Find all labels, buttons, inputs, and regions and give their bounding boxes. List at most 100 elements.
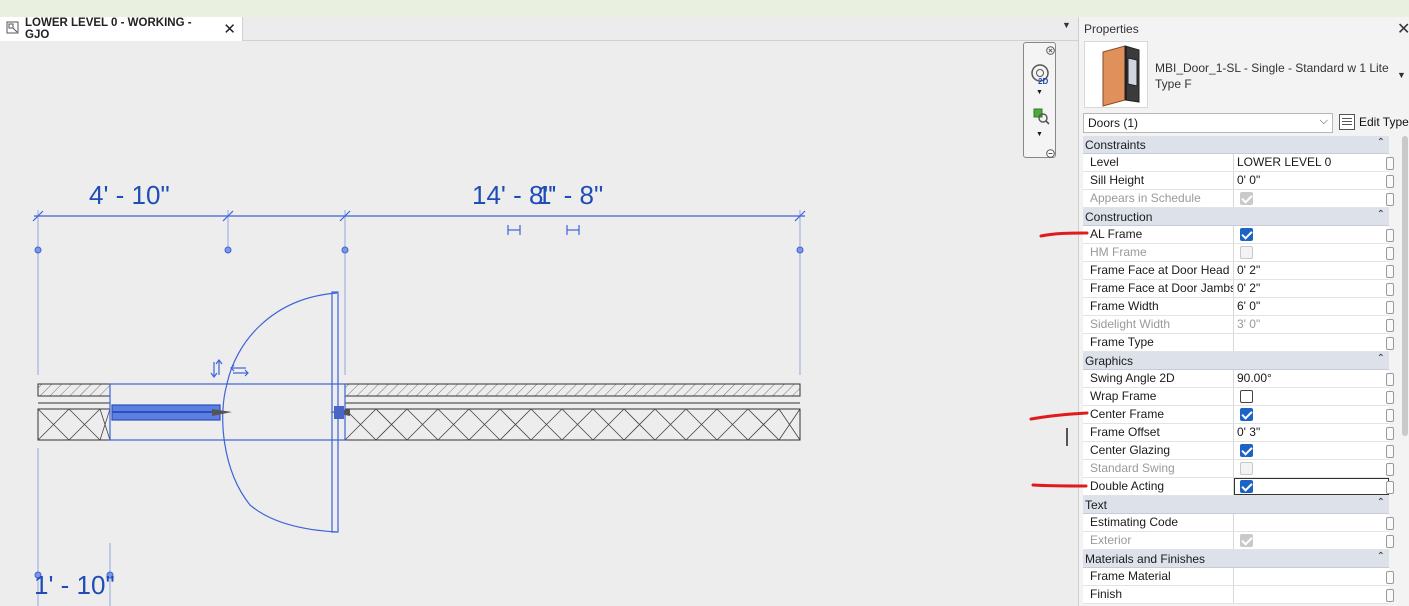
category-filter-select[interactable]: Doors (1) ⌵ bbox=[1083, 113, 1333, 133]
property-row-frame-face-at-door-jambs: Frame Face at Door Jambs 0' 2" bbox=[1083, 280, 1389, 298]
property-row-sill-height: Sill Height 0' 0" bbox=[1083, 172, 1389, 190]
drawing-canvas[interactable]: 4' - 10" 14' - 8" 1' - 8" 1' - 10" bbox=[0, 41, 1078, 606]
dimension-label-top-left[interactable]: 4' - 10" bbox=[89, 180, 170, 211]
property-value-cell bbox=[1234, 190, 1389, 207]
frame-width-value[interactable]: 6' 0" bbox=[1234, 298, 1389, 315]
collapse-group-icon[interactable]: ⌃ bbox=[1377, 209, 1385, 220]
type-selector-dropdown-icon[interactable]: ▼ bbox=[1397, 70, 1406, 80]
property-label: Standard Swing bbox=[1083, 460, 1234, 477]
properties-palette: Properties ✕ MBI_Door_1-SL - Single - St… bbox=[1078, 17, 1409, 606]
property-label: Center Glazing bbox=[1083, 442, 1234, 459]
double-acting-checkbox[interactable] bbox=[1240, 480, 1253, 493]
dimension-label-bottom-left[interactable]: 1' - 10" bbox=[34, 570, 115, 601]
door-plan-drawing bbox=[32, 210, 806, 606]
associate-parameter-button[interactable] bbox=[1385, 406, 1397, 424]
property-value-cell bbox=[1234, 532, 1389, 549]
view-tab-floor-plan[interactable]: LOWER LEVEL 0 - WORKING - GJO ✕ bbox=[0, 17, 243, 41]
associate-parameter-button[interactable] bbox=[1385, 478, 1397, 496]
zoom-dropdown-icon[interactable]: ▼ bbox=[1036, 131, 1043, 138]
zoom-region-icon[interactable] bbox=[1032, 107, 1050, 128]
associate-parameter-button[interactable] bbox=[1385, 280, 1397, 298]
close-properties-icon[interactable]: ✕ bbox=[1397, 19, 1409, 39]
type-selector[interactable]: MBI_Door_1-SL - Single - Standard w 1 Li… bbox=[1155, 60, 1395, 92]
ribbon-edge bbox=[0, 0, 1409, 17]
door-type-preview[interactable] bbox=[1084, 41, 1148, 108]
associate-parameter-button[interactable] bbox=[1385, 586, 1397, 604]
frame-material-value[interactable] bbox=[1234, 568, 1389, 585]
property-label: Estimating Code bbox=[1083, 514, 1234, 531]
associate-parameter-button[interactable] bbox=[1385, 298, 1397, 316]
property-label: Level bbox=[1083, 154, 1234, 171]
group-header-label: Construction bbox=[1085, 209, 1153, 224]
associate-parameter-button[interactable] bbox=[1385, 334, 1397, 352]
associate-parameter-button[interactable] bbox=[1385, 514, 1397, 532]
center-frame-checkbox[interactable] bbox=[1240, 408, 1253, 421]
property-label: Wrap Frame bbox=[1083, 388, 1234, 405]
splitter-handle[interactable] bbox=[1066, 428, 1068, 446]
finish-value[interactable] bbox=[1234, 586, 1389, 603]
associate-parameter-button[interactable] bbox=[1385, 568, 1397, 586]
al-frame-checkbox[interactable] bbox=[1240, 228, 1253, 241]
associate-parameter-button[interactable] bbox=[1385, 370, 1397, 388]
frame-face-at-door-jambs-value[interactable]: 0' 2" bbox=[1234, 280, 1389, 297]
edit-type-icon bbox=[1339, 114, 1355, 130]
collapse-group-icon[interactable]: ⌃ bbox=[1377, 497, 1385, 508]
steering-wheel-dropdown-icon[interactable]: ▼ bbox=[1036, 89, 1043, 96]
property-value-cell bbox=[1234, 406, 1389, 423]
property-label: Finish bbox=[1083, 586, 1234, 603]
associate-parameter-button[interactable] bbox=[1385, 154, 1397, 172]
frame-type-value[interactable] bbox=[1234, 334, 1389, 351]
associate-parameter-button[interactable] bbox=[1385, 532, 1397, 550]
property-row-finish: Finish bbox=[1083, 586, 1389, 604]
group-header-label: Graphics bbox=[1085, 353, 1134, 368]
group-header-graphics[interactable]: Graphics ⌃ bbox=[1083, 352, 1389, 370]
property-row-frame-offset: Frame Offset 0' 3" bbox=[1083, 424, 1389, 442]
associate-parameter-button[interactable] bbox=[1385, 388, 1397, 406]
close-tab-icon[interactable]: ✕ bbox=[223, 20, 236, 38]
associate-parameter-button[interactable] bbox=[1385, 172, 1397, 190]
property-row-standard-swing: Standard Swing bbox=[1083, 460, 1389, 478]
appears-in-schedule-checkbox bbox=[1240, 192, 1253, 205]
estimating-code-value[interactable] bbox=[1234, 514, 1389, 531]
view-tab-title: LOWER LEVEL 0 - WORKING - GJO bbox=[25, 17, 192, 41]
group-header-materials-and-finishes[interactable]: Materials and Finishes ⌃ bbox=[1083, 550, 1389, 568]
group-header-construction[interactable]: Construction ⌃ bbox=[1083, 208, 1389, 226]
tab-list-dropdown-icon[interactable]: ▼ bbox=[1062, 20, 1071, 30]
group-header-constraints[interactable]: Constraints ⌃ bbox=[1083, 136, 1389, 154]
property-label: Appears in Schedule bbox=[1083, 190, 1234, 207]
property-row-swing-angle-2d: Swing Angle 2D 90.00° bbox=[1083, 370, 1389, 388]
wrap-frame-checkbox[interactable] bbox=[1240, 390, 1253, 403]
associate-parameter-button[interactable] bbox=[1385, 226, 1397, 244]
dimension-line-top bbox=[32, 210, 806, 222]
associate-parameter-button[interactable] bbox=[1385, 460, 1397, 478]
swing-angle-2d-value[interactable]: 90.00° bbox=[1234, 370, 1389, 387]
collapse-group-icon[interactable]: ⌃ bbox=[1377, 551, 1385, 562]
collapse-group-icon[interactable]: ⌃ bbox=[1377, 137, 1385, 148]
sill-height-value[interactable]: 0' 0" bbox=[1234, 172, 1389, 189]
associate-parameter-button[interactable] bbox=[1385, 424, 1397, 442]
associate-parameter-button[interactable] bbox=[1385, 190, 1397, 208]
level-value[interactable]: LOWER LEVEL 0 bbox=[1234, 154, 1389, 171]
associate-parameter-button[interactable] bbox=[1385, 442, 1397, 460]
associate-parameter-button[interactable] bbox=[1385, 316, 1397, 334]
center-glazing-checkbox[interactable] bbox=[1240, 444, 1253, 457]
group-header-label: Constraints bbox=[1085, 137, 1146, 152]
dimension-label-top-right[interactable]: 1' - 8" bbox=[537, 180, 603, 211]
properties-scrollbar[interactable] bbox=[1402, 136, 1408, 436]
group-header-text[interactable]: Text ⌃ bbox=[1083, 496, 1389, 514]
chevron-down-icon: ⌵ bbox=[1319, 115, 1328, 127]
associate-parameter-button[interactable] bbox=[1385, 262, 1397, 280]
property-row-level: Level LOWER LEVEL 0 bbox=[1083, 154, 1389, 172]
view-tab-strip: LOWER LEVEL 0 - WORKING - GJO ✕ ▼ bbox=[0, 17, 1078, 41]
edit-type-button[interactable]: Edit Type bbox=[1339, 114, 1409, 130]
close-nav-bar-icon[interactable] bbox=[1046, 44, 1055, 58]
associate-parameter-button[interactable] bbox=[1385, 244, 1397, 262]
frame-face-at-door-head-value[interactable]: 0' 2" bbox=[1234, 262, 1389, 279]
frame-offset-value[interactable]: 0' 3" bbox=[1234, 424, 1389, 441]
standard-swing-checkbox bbox=[1240, 462, 1253, 475]
nav-bar-options-icon[interactable] bbox=[1046, 147, 1055, 161]
collapse-group-icon[interactable]: ⌃ bbox=[1377, 353, 1385, 364]
